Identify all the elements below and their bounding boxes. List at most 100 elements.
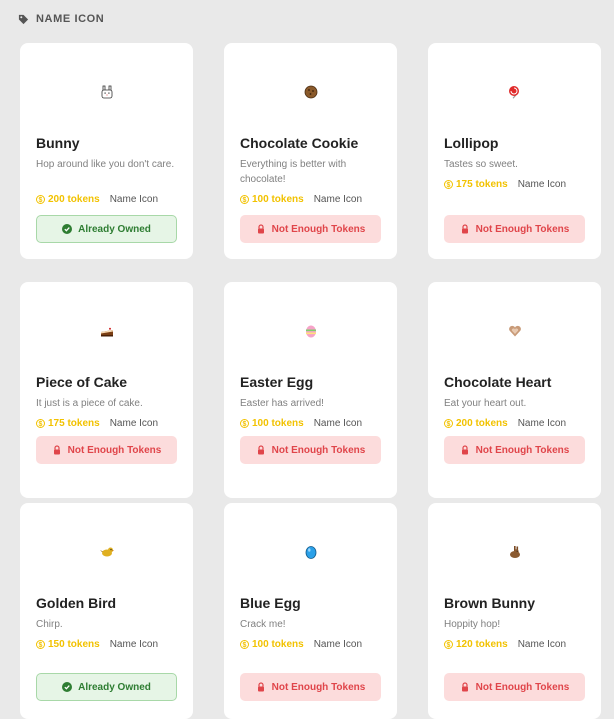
already-owned-button[interactable]: Already Owned xyxy=(36,673,177,701)
item-price: 100 tokens xyxy=(252,639,304,650)
button-label: Not Enough Tokens xyxy=(475,444,570,456)
button-label: Not Enough Tokens xyxy=(271,444,366,456)
shop-card-blue-egg: Blue Egg Crack me! $ 100 tokens Name Ico… xyxy=(224,503,397,719)
token-icon: $ xyxy=(444,419,453,428)
item-meta: $ 100 tokens Name Icon xyxy=(240,194,362,205)
item-name: Easter Egg xyxy=(240,374,314,390)
not-enough-tokens-button[interactable]: Not Enough Tokens xyxy=(240,673,381,701)
item-type: Name Icon xyxy=(313,194,363,205)
lock-icon xyxy=(257,224,264,234)
item-description: Hoppity hop! xyxy=(444,619,501,630)
item-meta: $ 200 tokens Name Icon xyxy=(444,418,566,429)
lock-icon xyxy=(257,445,264,455)
item-name: Blue Egg xyxy=(240,595,301,611)
item-price: 175 tokens xyxy=(48,418,100,429)
button-label: Not Enough Tokens xyxy=(271,223,366,235)
item-meta: $ 175 tokens Name Icon xyxy=(444,179,566,190)
shop-card-chocolate-cookie: Chocolate Cookie Everything is better wi… xyxy=(224,43,397,259)
item-meta: $ 150 tokens Name Icon xyxy=(36,639,158,650)
item-type: Name Icon xyxy=(517,639,567,650)
blue-egg-icon xyxy=(305,546,316,559)
not-enough-tokens-button[interactable]: Not Enough Tokens xyxy=(444,436,585,464)
item-name: Golden Bird xyxy=(36,595,117,611)
shop-card-easter-egg: Easter Egg Easter has arrived! $ 100 tok… xyxy=(224,282,397,498)
item-price: 150 tokens xyxy=(48,639,100,650)
item-type: Name Icon xyxy=(313,639,363,650)
item-meta: $ 100 tokens Name Icon xyxy=(240,418,362,429)
lock-icon xyxy=(461,224,468,234)
item-price: 200 tokens xyxy=(456,418,508,429)
bunny-icon xyxy=(101,85,112,99)
token-icon: $ xyxy=(240,195,249,204)
chocolate-heart-icon xyxy=(508,325,521,337)
section-title: NAME ICON xyxy=(36,13,105,25)
item-type: Name Icon xyxy=(109,194,159,205)
item-type: Name Icon xyxy=(109,639,159,650)
already-owned-button[interactable]: Already Owned xyxy=(36,215,177,243)
golden-bird-icon xyxy=(99,547,114,557)
item-meta: $ 100 tokens Name Icon xyxy=(240,639,362,650)
item-name: Piece of Cake xyxy=(36,374,128,390)
button-label: Already Owned xyxy=(78,223,151,235)
item-description: Chirp. xyxy=(36,619,63,630)
shop-card-piece-of-cake: Piece of Cake It just is a piece of cake… xyxy=(20,282,193,498)
token-icon: $ xyxy=(444,180,453,189)
item-price: 120 tokens xyxy=(456,639,508,650)
item-description: Everything is better with chocolate! xyxy=(240,159,347,185)
tag-icon xyxy=(18,14,29,24)
token-icon: $ xyxy=(444,640,453,649)
item-description: Hop around like you don't care. xyxy=(36,159,175,170)
item-meta: $ 120 tokens Name Icon xyxy=(444,639,566,650)
not-enough-tokens-button[interactable]: Not Enough Tokens xyxy=(240,436,381,464)
check-circle-icon xyxy=(62,224,73,234)
not-enough-tokens-button[interactable]: Not Enough Tokens xyxy=(240,215,381,243)
item-type: Name Icon xyxy=(109,418,159,429)
lock-icon xyxy=(257,682,264,692)
token-icon: $ xyxy=(36,419,45,428)
item-type: Name Icon xyxy=(313,418,363,429)
not-enough-tokens-button[interactable]: Not Enough Tokens xyxy=(36,436,177,464)
shop-card-bunny: Bunny Hop around like you don't care. $ … xyxy=(20,43,193,259)
item-description: Eat your heart out. xyxy=(444,398,527,409)
button-label: Not Enough Tokens xyxy=(475,681,570,693)
token-icon: $ xyxy=(240,419,249,428)
item-type: Name Icon xyxy=(517,418,567,429)
lock-icon xyxy=(461,682,468,692)
lock-icon xyxy=(53,445,60,455)
item-description: It just is a piece of cake. xyxy=(36,398,143,409)
item-price: 100 tokens xyxy=(252,418,304,429)
item-name: Chocolate Cookie xyxy=(240,135,359,151)
shop-card-golden-bird: Golden Bird Chirp. $ 150 tokens Name Ico… xyxy=(20,503,193,719)
button-label: Not Enough Tokens xyxy=(475,223,570,235)
section-header: NAME ICON xyxy=(18,13,104,25)
not-enough-tokens-button[interactable]: Not Enough Tokens xyxy=(444,215,585,243)
token-icon: $ xyxy=(240,640,249,649)
item-description: Easter has arrived! xyxy=(240,398,324,409)
token-icon: $ xyxy=(36,195,45,204)
easter-egg-icon xyxy=(305,325,316,338)
shop-card-lollipop: Lollipop Tastes so sweet. $ 175 tokens N… xyxy=(428,43,601,259)
cake-icon xyxy=(100,327,113,337)
item-price: 175 tokens xyxy=(456,179,508,190)
item-name: Chocolate Heart xyxy=(444,374,552,390)
shop-card-brown-bunny: Brown Bunny Hoppity hop! $ 120 tokens Na… xyxy=(428,503,601,719)
item-name: Bunny xyxy=(36,135,80,151)
item-description: Crack me! xyxy=(240,619,286,630)
button-label: Not Enough Tokens xyxy=(67,444,162,456)
item-meta: $ 175 tokens Name Icon xyxy=(36,418,158,429)
item-name: Lollipop xyxy=(444,135,499,151)
shop-card-chocolate-heart: Chocolate Heart Eat your heart out. $ 20… xyxy=(428,282,601,498)
item-description: Tastes so sweet. xyxy=(444,159,518,170)
cookie-icon xyxy=(304,85,317,99)
button-label: Not Enough Tokens xyxy=(271,681,366,693)
item-meta: $ 200 tokens Name Icon xyxy=(36,194,158,205)
lock-icon xyxy=(461,445,468,455)
token-icon: $ xyxy=(36,640,45,649)
lollipop-icon xyxy=(508,86,519,99)
not-enough-tokens-button[interactable]: Not Enough Tokens xyxy=(444,673,585,701)
item-type: Name Icon xyxy=(517,179,567,190)
button-label: Already Owned xyxy=(78,681,151,693)
check-circle-icon xyxy=(62,682,73,692)
item-price: 200 tokens xyxy=(48,194,100,205)
item-price: 100 tokens xyxy=(252,194,304,205)
